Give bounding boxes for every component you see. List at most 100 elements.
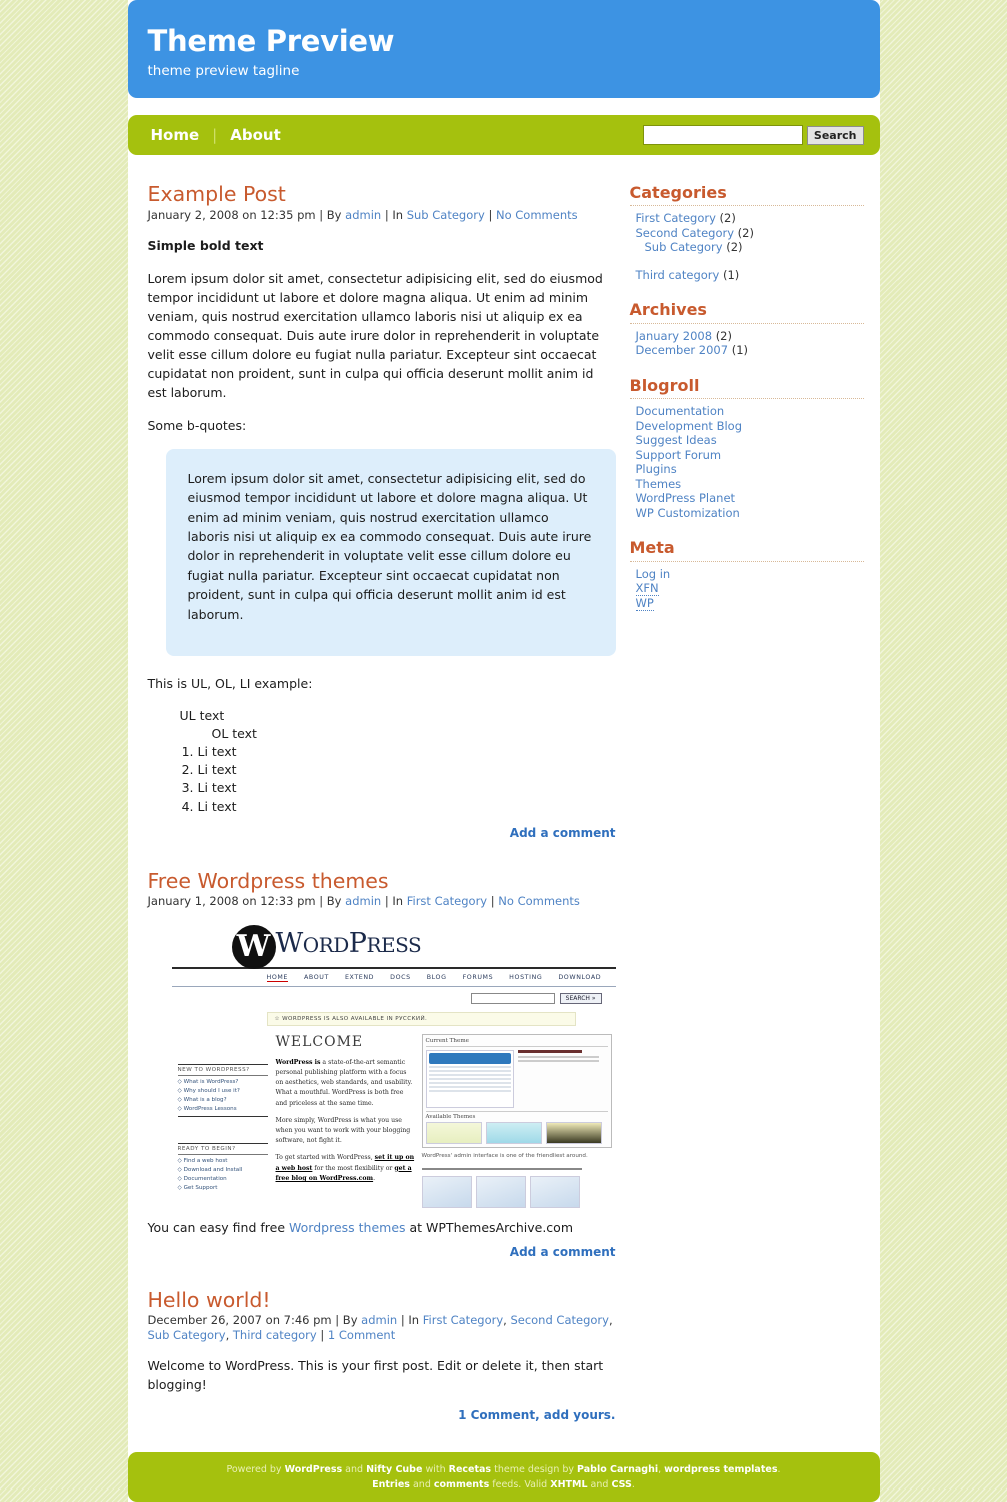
footer-period-2: .: [631, 1479, 635, 1491]
post-author-link[interactable]: admin: [345, 894, 381, 908]
blogroll-link[interactable]: Suggest Ideas: [636, 433, 717, 447]
post-author-link[interactable]: admin: [361, 1313, 397, 1327]
post-subheading: Simple bold text: [147, 237, 264, 253]
nav-item-home[interactable]: Home: [148, 126, 203, 144]
footer-recetas-link[interactable]: Recetas: [449, 1464, 491, 1475]
post-category-link-3[interactable]: Sub Category: [148, 1328, 226, 1342]
post-category-link-1[interactable]: First Category: [423, 1313, 503, 1327]
footer-wordpress-link[interactable]: WordPress: [285, 1464, 343, 1475]
categories-list: First Category (2) Second Category (2) S…: [630, 211, 864, 283]
wpshot-link-text: WordPress Lessons: [183, 1105, 237, 1112]
widget-title-blogroll: Blogroll: [629, 376, 864, 399]
blogroll-link[interactable]: Support Forum: [636, 448, 722, 462]
category-link[interactable]: Sub Category: [645, 240, 723, 255]
wpshot-search-input: [470, 992, 555, 1004]
category-item: Second Category (2): [636, 226, 864, 241]
footer-templates-link[interactable]: wordpress templates: [664, 1464, 777, 1475]
blogroll-link[interactable]: Plugins: [636, 462, 677, 476]
post-category-link-2[interactable]: Second Category: [510, 1313, 609, 1327]
nested-unordered-list: OL text: [180, 725, 616, 743]
post-title[interactable]: Example Post: [148, 183, 616, 206]
wpshot-theme-desc-line: [517, 1055, 599, 1058]
wpshot-search-button: SEARCH »: [559, 992, 602, 1004]
meta-xfn-link[interactable]: XFN: [635, 581, 659, 597]
post-hello-world: Hello world! December 26, 2007 on 7:46 p…: [148, 1289, 616, 1422]
site-header: Theme Preview theme preview tagline: [127, 0, 880, 98]
post-title[interactable]: Free Wordpress themes: [148, 870, 616, 893]
post-meta: December 26, 2007 on 7:46 pm | By admin …: [148, 1313, 616, 1342]
footer-nifty-cube-link[interactable]: Nifty Cube: [366, 1464, 422, 1475]
blogroll-link[interactable]: Documentation: [636, 404, 725, 418]
widget-blogroll: Blogroll Documentation Development Blog …: [629, 376, 864, 521]
post-category-link[interactable]: Sub Category: [407, 208, 485, 222]
wpshot-theme-line: [428, 1073, 511, 1076]
wpshot-wordmark: WORDPRESS: [276, 928, 422, 959]
footer-pablo-link[interactable]: Pablo Carnaghi: [577, 1464, 658, 1475]
post-comments-link[interactable]: 1 Comment: [328, 1328, 395, 1342]
archive-link[interactable]: January 2008: [636, 329, 713, 343]
caption-post: at WPThemesArchive.com: [405, 1219, 574, 1235]
nav-item-about[interactable]: About: [227, 126, 284, 144]
blogroll-list: Documentation Development Blog Suggest I…: [630, 404, 864, 521]
wpshot-link: ◇ What is WordPress?: [177, 1078, 239, 1085]
wpshot-theme-desc: [517, 1049, 608, 1108]
add-comment-link[interactable]: Add a comment: [510, 1245, 616, 1259]
blogroll-link[interactable]: WP Customization: [636, 506, 740, 520]
category-link[interactable]: Second Category: [636, 226, 735, 240]
wpshot-mini-shot: [529, 1175, 580, 1208]
post-comments-link[interactable]: No Comments: [496, 208, 578, 222]
wpshot-link-text: Why should I use it?: [183, 1087, 240, 1094]
comments-add-yours-link[interactable]: 1 Comment, add yours.: [458, 1408, 615, 1422]
meta-login-link[interactable]: Log in: [636, 567, 671, 581]
footer-css-link[interactable]: CSS: [611, 1479, 631, 1490]
post-title[interactable]: Hello world!: [148, 1289, 616, 1312]
blogroll-link[interactable]: Development Blog: [636, 419, 743, 433]
wpshot-theme-line: [428, 1077, 511, 1080]
post-comment-link-wrap: Add a comment: [148, 1245, 616, 1259]
ordered-list: Li text Li text Li text Li text: [148, 743, 616, 816]
wpshot-link-text: Find a web host: [183, 1157, 228, 1164]
page-container: Theme Preview theme preview tagline Home…: [127, 0, 880, 1502]
wpshot-current-theme-label: Current Theme: [425, 1038, 608, 1047]
nested-ul-item: OL text: [211, 726, 257, 742]
post-category-link-4[interactable]: Third category: [233, 1328, 317, 1342]
post-comments-link[interactable]: No Comments: [498, 894, 580, 908]
footer-comments-link[interactable]: comments: [434, 1479, 489, 1490]
meta-wp-link[interactable]: WP: [635, 595, 654, 611]
wpshot-paragraph-1: WordPress is a state-of-the-art semantic…: [276, 1058, 416, 1109]
post-author-link[interactable]: admin: [345, 208, 381, 222]
footer-entries-link[interactable]: Entries: [372, 1479, 410, 1490]
wpshot-paragraph-3: To get started with WordPress, set it up…: [276, 1153, 416, 1184]
archive-link[interactable]: December 2007: [636, 343, 729, 357]
wpshot-right-col: Current Theme Available Themes WordPress…: [416, 1033, 612, 1208]
wpshot-nav-item: EXTEND: [344, 973, 375, 981]
category-item: Third category (1): [636, 268, 864, 283]
meta-item: Log in: [636, 567, 864, 582]
footer-line-1: Powered by WordPress and Nifty Cube with…: [148, 1462, 860, 1477]
wpshot-paragraph-2: More simply, WordPress is what you use w…: [275, 1116, 411, 1145]
blogroll-link[interactable]: Themes: [636, 477, 682, 491]
wpshot-p3-mid: for the most flexibility or: [312, 1164, 395, 1172]
category-link[interactable]: First Category: [636, 211, 716, 225]
category-spacer: [636, 256, 864, 268]
footer-xhtml-link[interactable]: XHTML: [550, 1479, 587, 1490]
blogroll-item: Suggest Ideas: [636, 433, 864, 448]
wordpress-logo-icon: W: [231, 924, 276, 969]
add-comment-link[interactable]: Add a comment: [510, 826, 616, 840]
wordpress-themes-link[interactable]: Wordpress themes: [289, 1220, 406, 1235]
cat-comma: ,: [608, 1313, 613, 1328]
wpshot-link: ◇ Download and Install: [177, 1166, 243, 1173]
wpshot-link: ◇ Documentation: [177, 1175, 227, 1182]
meta-pipe: |: [488, 207, 496, 222]
category-link[interactable]: Third category: [636, 268, 720, 282]
post-paragraph: Lorem ipsum dolor sit amet, consectetur …: [147, 270, 603, 400]
search-input[interactable]: [642, 125, 803, 145]
archives-list: January 2008 (2) December 2007 (1): [630, 329, 864, 358]
blogroll-link[interactable]: WordPress Planet: [636, 491, 736, 506]
post-lists: UL text OL text Li text Li text Li text …: [148, 707, 616, 816]
post-date: January 2, 2008 on 12:35 pm: [147, 207, 316, 222]
footer-and-1: and: [342, 1463, 367, 1475]
search-button[interactable]: Search: [806, 125, 864, 145]
post-category-link[interactable]: First Category: [407, 894, 487, 908]
site-footer: Powered by WordPress and Nifty Cube with…: [127, 1451, 880, 1502]
